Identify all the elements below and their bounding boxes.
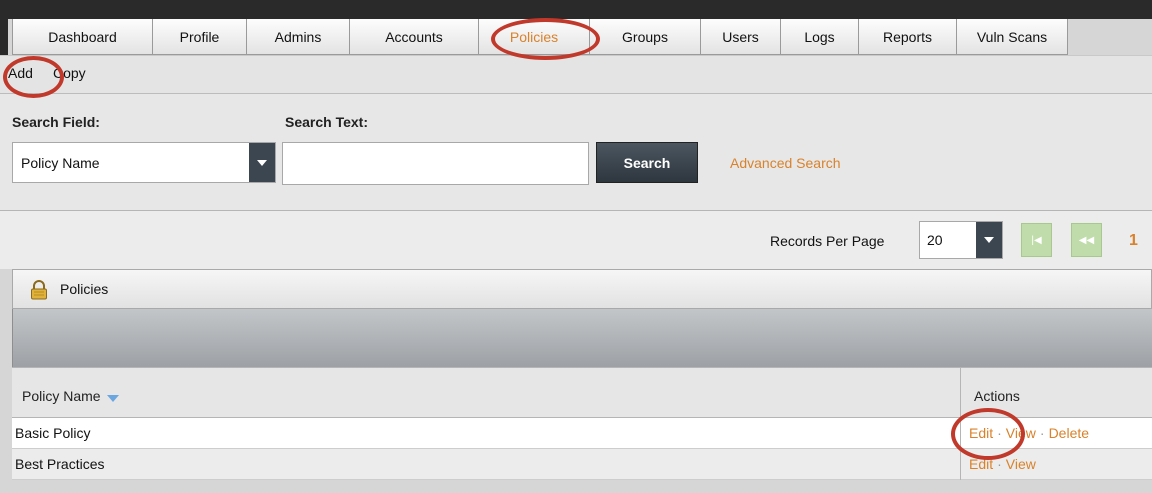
chevron-down-icon[interactable] <box>249 143 275 182</box>
tab-admins[interactable]: Admins <box>246 19 349 55</box>
column-divider <box>960 367 961 480</box>
column-header-policy-name[interactable]: Policy Name <box>22 388 120 405</box>
search-text-label: Search Text: <box>285 114 368 130</box>
tab-profile[interactable]: Profile <box>152 19 246 55</box>
table-row: Best Practices Edit · View <box>12 449 1152 480</box>
records-bar: Records Per Page 20 |◀ ◀◀ 1 <box>0 211 1152 269</box>
table-header-row: Policy Name Actions <box>12 367 1152 418</box>
window-frame-left <box>0 0 8 60</box>
sort-down-icon[interactable] <box>107 389 120 405</box>
view-link[interactable]: View <box>1006 425 1036 441</box>
tab-users[interactable]: Users <box>700 19 780 55</box>
tab-policies[interactable]: Policies <box>478 19 589 55</box>
main-tabs: Dashboard Profile Admins Accounts Polici… <box>12 19 1068 55</box>
tab-vuln-scans[interactable]: Vuln Scans <box>956 19 1068 55</box>
policy-name-cell: Basic Policy <box>15 425 91 441</box>
search-field-label: Search Field: <box>12 114 100 130</box>
row-actions: Edit · View <box>969 456 1036 472</box>
add-button[interactable]: Add <box>8 65 33 81</box>
advanced-search-link[interactable]: Advanced Search <box>730 155 841 171</box>
row-actions: Edit · View · Delete <box>969 425 1090 441</box>
chevron-down-icon[interactable] <box>976 222 1002 258</box>
records-per-page-value: 20 <box>927 232 943 248</box>
table-row: Basic Policy Edit · View · Delete <box>12 418 1152 449</box>
policy-name-cell: Best Practices <box>15 456 105 472</box>
search-panel: Search Field: Search Text: Policy Name S… <box>0 94 1152 211</box>
column-header-actions: Actions <box>974 388 1020 404</box>
action-bar: Add Copy <box>0 55 1152 94</box>
search-field-value: Policy Name <box>21 154 100 171</box>
delete-link[interactable]: Delete <box>1049 425 1089 441</box>
panel-toolbar-band <box>12 309 1152 367</box>
lock-icon <box>30 280 48 303</box>
edit-link[interactable]: Edit <box>969 456 993 472</box>
search-text-input[interactable] <box>282 142 589 185</box>
first-page-icon[interactable]: |◀ <box>1021 223 1052 257</box>
tab-reports[interactable]: Reports <box>858 19 956 55</box>
edit-link[interactable]: Edit <box>969 425 993 441</box>
view-link[interactable]: View <box>1006 456 1036 472</box>
policies-panel-header: Policies <box>12 269 1152 309</box>
window-frame-top <box>0 0 1152 19</box>
column-header-label: Policy Name <box>22 388 101 404</box>
current-page-number[interactable]: 1 <box>1129 232 1138 250</box>
records-per-page-label: Records Per Page <box>770 233 885 249</box>
previous-page-icon[interactable]: ◀◀ <box>1071 223 1102 257</box>
tab-logs[interactable]: Logs <box>780 19 858 55</box>
tab-dashboard[interactable]: Dashboard <box>12 19 152 55</box>
copy-button[interactable]: Copy <box>53 65 86 81</box>
search-button[interactable]: Search <box>596 142 698 183</box>
records-per-page-select[interactable]: 20 <box>919 221 1003 259</box>
tab-accounts[interactable]: Accounts <box>349 19 478 55</box>
tab-groups[interactable]: Groups <box>589 19 700 55</box>
search-field-select[interactable]: Policy Name <box>12 142 276 183</box>
panel-title: Policies <box>60 281 109 297</box>
